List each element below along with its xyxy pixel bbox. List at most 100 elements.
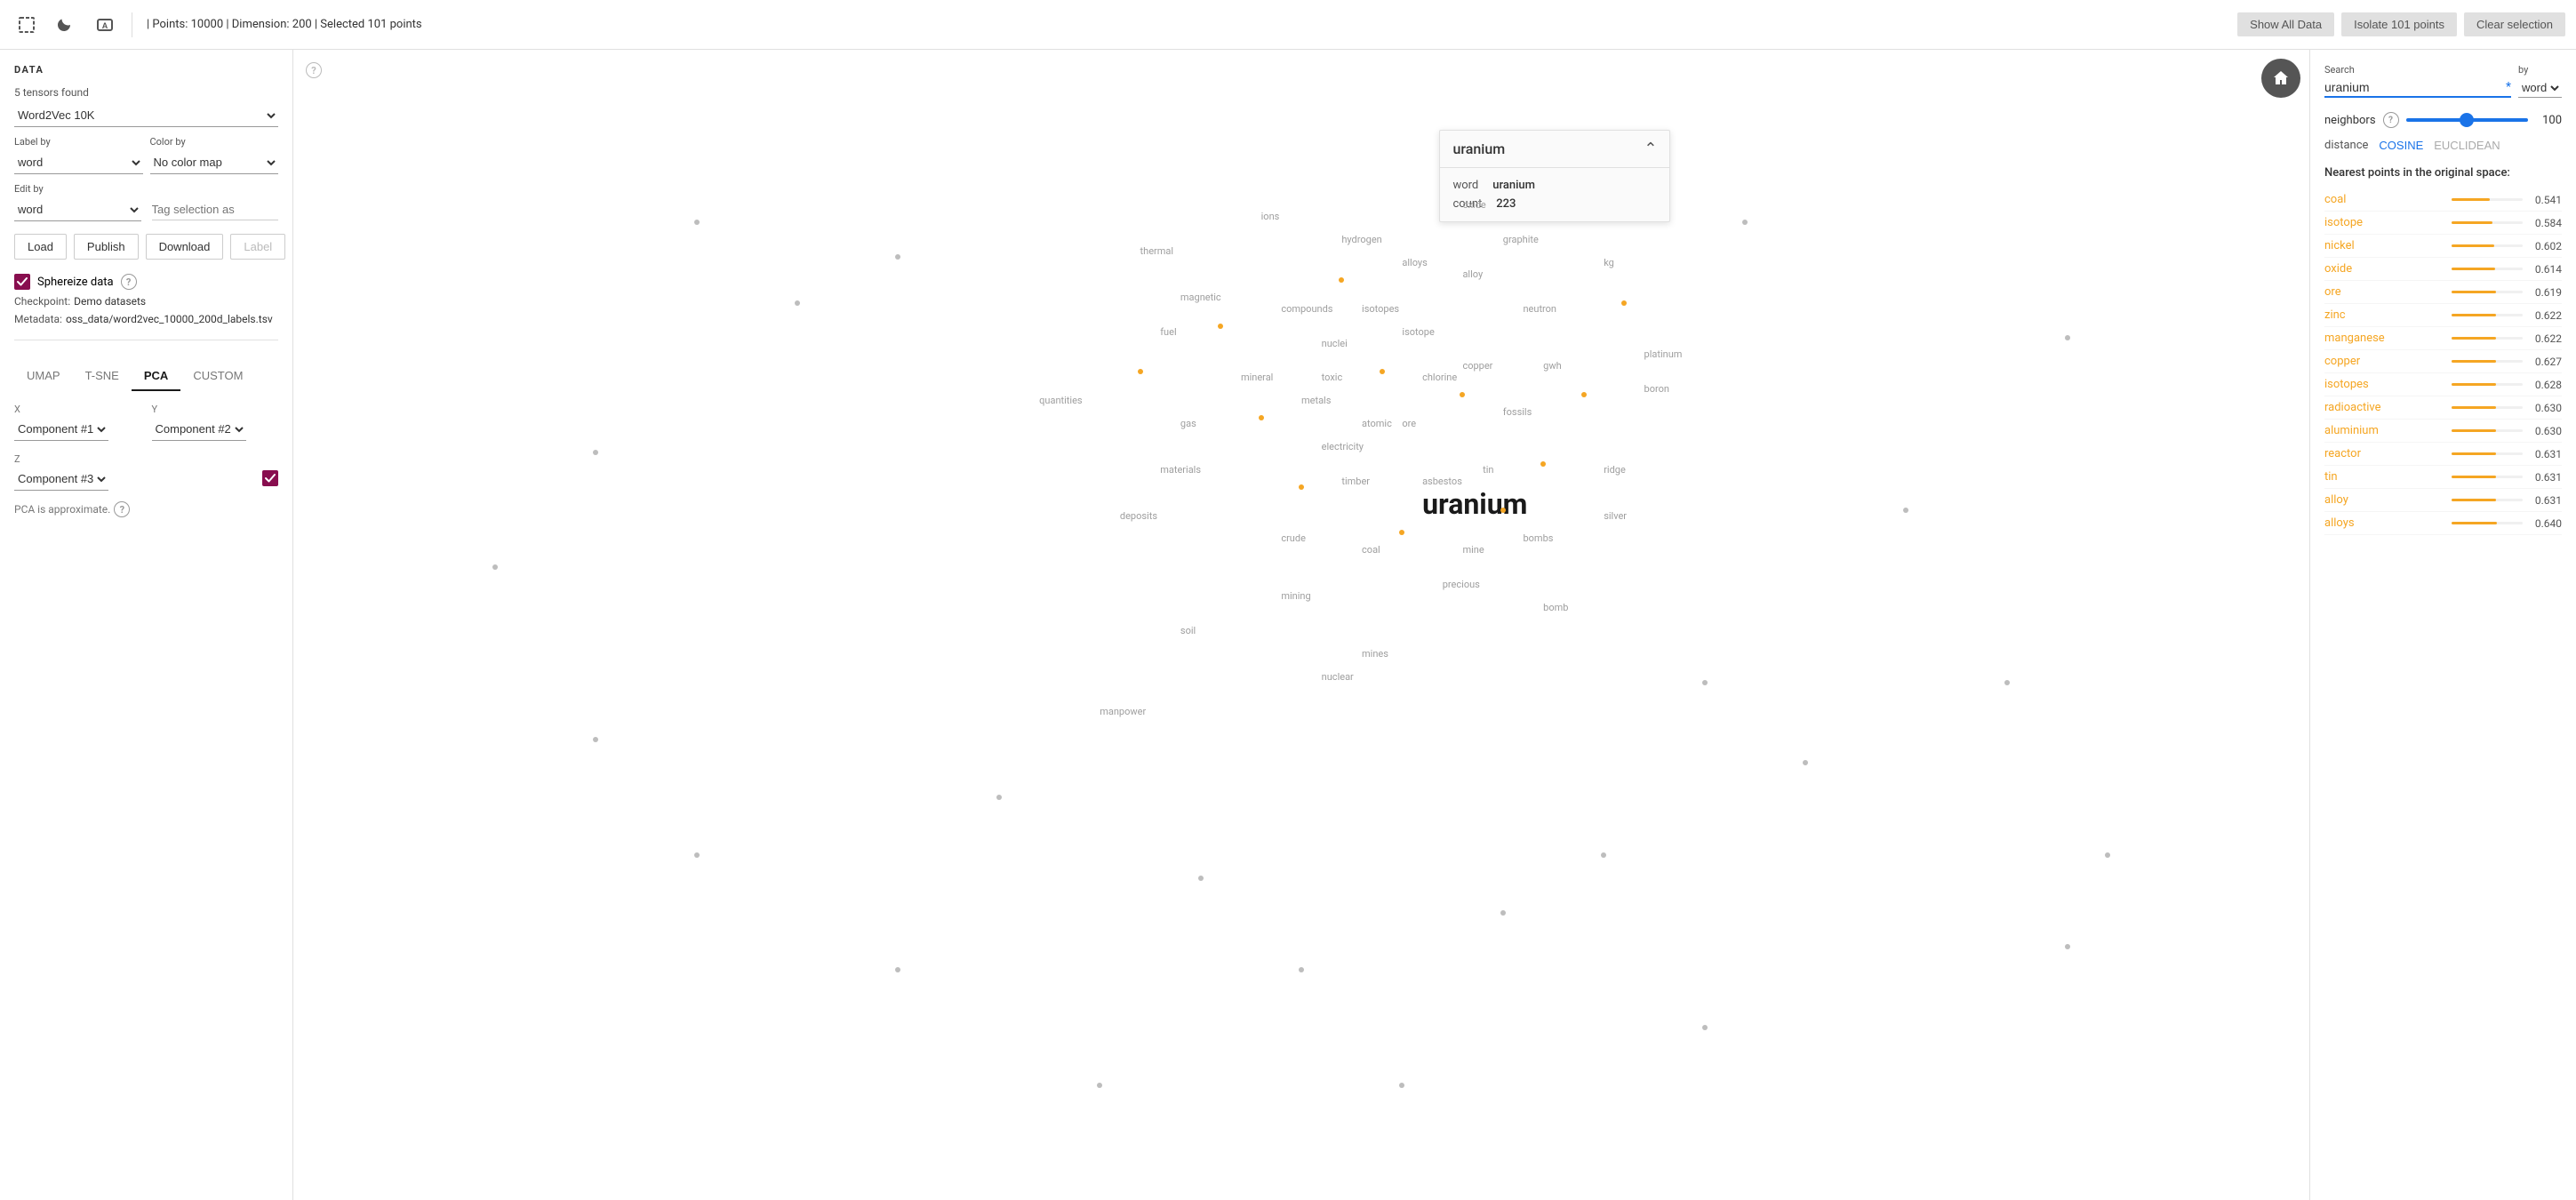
home-button[interactable]	[2261, 59, 2300, 98]
word-label: copper	[1462, 360, 1492, 372]
nearest-item-name[interactable]: radioactive	[2324, 401, 2444, 414]
nearest-bar	[2452, 383, 2496, 386]
neighbors-slider[interactable]	[2406, 118, 2528, 122]
label-by-label: Label by	[14, 136, 143, 148]
nearest-item-name[interactable]: aluminium	[2324, 424, 2444, 437]
nearest-item: coal 0.541	[2324, 188, 2562, 212]
scatter-dot	[492, 564, 498, 570]
neighbors-help-icon[interactable]: ?	[2383, 112, 2399, 128]
euclidean-button[interactable]: EUCLIDEAN	[2434, 139, 2500, 152]
slider-wrap	[2406, 118, 2528, 122]
nearest-bar	[2452, 522, 2497, 524]
x-axis-select[interactable]: Component #1	[14, 418, 108, 441]
nearest-item-name[interactable]: isotopes	[2324, 378, 2444, 391]
neighbors-label: neighbors	[2324, 114, 2376, 127]
word-label: bombs	[1523, 532, 1553, 544]
nearest-item: alloys0.640	[2324, 512, 2562, 535]
word-label: soil	[1180, 625, 1196, 636]
canvas-area[interactable]: ? uranium ⌃ word uranium count 223	[293, 50, 2309, 1200]
night-mode-icon[interactable]	[50, 9, 82, 41]
home-button-wrap[interactable]	[2261, 59, 2300, 98]
word-label: crude	[1281, 532, 1306, 544]
pca-help-icon[interactable]: ?	[114, 501, 130, 517]
word-label: nuclei	[1322, 338, 1348, 349]
scatter-dot	[2065, 944, 2070, 949]
nearest-item: manganese0.622	[2324, 327, 2562, 350]
isolate-button[interactable]: Isolate 101 points	[2341, 12, 2457, 36]
y-axis-select[interactable]: Component #2	[152, 418, 246, 441]
nearest-item: alloy0.631	[2324, 489, 2562, 512]
canvas-help[interactable]: ?	[306, 62, 322, 78]
nearest-bar-wrap	[2452, 429, 2523, 432]
tab-custom[interactable]: CUSTOM	[180, 362, 255, 391]
nearest-item-name[interactable]: reactor	[2324, 447, 2444, 460]
word-label: compounds	[1281, 303, 1332, 315]
sphereize-row: Sphereize data ?	[14, 274, 278, 290]
z-axis-checkbox[interactable]	[262, 470, 278, 486]
z-axis-select[interactable]: Component #3	[14, 468, 108, 491]
pca-note: PCA is approximate. ?	[14, 501, 278, 517]
clear-selection-button[interactable]: Clear selection	[2464, 12, 2565, 36]
color-by-select[interactable]: No color map	[150, 151, 279, 174]
word-label: isotope	[1402, 326, 1434, 338]
nearest-item: isotope0.584	[2324, 212, 2562, 235]
scatter-dot	[1299, 967, 1304, 972]
word-label: metals	[1301, 395, 1331, 406]
download-button[interactable]: Download	[146, 234, 224, 260]
scatter-dot	[694, 852, 700, 858]
word-label: fossils	[1503, 406, 1532, 418]
nearest-item: isotopes0.628	[2324, 373, 2562, 396]
tab-umap[interactable]: UMAP	[14, 362, 73, 391]
scatter-dot	[593, 737, 598, 742]
word-label: nuclear	[1322, 671, 1354, 683]
dataset-select[interactable]: Word2Vec 10K	[14, 104, 278, 127]
publish-button[interactable]: Publish	[74, 234, 139, 260]
nearest-item-name[interactable]: manganese	[2324, 332, 2444, 345]
nearest-item-name[interactable]: zinc	[2324, 308, 2444, 322]
nearest-item-name[interactable]: isotope	[2324, 216, 2444, 229]
by-select[interactable]: word	[2518, 78, 2562, 98]
nearest-item: radioactive0.630	[2324, 396, 2562, 420]
word-label: ions	[1261, 211, 1280, 222]
nearest-item-name[interactable]: alloys	[2324, 516, 2444, 530]
nearest-item-name[interactable]: ore	[2324, 285, 2444, 299]
scatter-dot	[1702, 1025, 1708, 1030]
edit-by-select[interactable]: word	[14, 198, 141, 221]
scatter-dot	[694, 220, 700, 225]
show-all-button[interactable]: Show All Data	[2237, 12, 2334, 36]
tab-pca[interactable]: PCA	[132, 362, 180, 391]
word-label: ridge	[1604, 464, 1626, 476]
help-icon[interactable]: ?	[306, 62, 322, 78]
scatter-dot	[1742, 220, 1748, 225]
tab-tsne[interactable]: T-SNE	[73, 362, 132, 391]
cosine-button[interactable]: COSINE	[2379, 139, 2423, 152]
scatter-plot[interactable]: ionsoxidethermalhydrogengraphitemagnetic…	[293, 50, 2309, 1200]
selected-dot	[1138, 369, 1143, 374]
color-by-label: Color by	[150, 136, 279, 148]
nearest-item-name[interactable]: coal	[2324, 193, 2444, 206]
tag-selection-input[interactable]	[152, 199, 279, 220]
nearest-bar-wrap	[2452, 499, 2523, 501]
nearest-bar-wrap	[2452, 360, 2523, 363]
label-by-select[interactable]: word	[14, 151, 143, 174]
labels-icon[interactable]: A	[89, 9, 121, 41]
nearest-bar-wrap	[2452, 221, 2523, 224]
nearest-item-name[interactable]: tin	[2324, 470, 2444, 484]
nearest-item-name[interactable]: alloy	[2324, 493, 2444, 507]
nearest-item-value: 0.541	[2530, 194, 2562, 206]
top-bar-left: A | Points: 10000 | Dimension: 200 | Sel…	[11, 9, 2230, 41]
nearest-item-name[interactable]: copper	[2324, 355, 2444, 368]
nearest-bar-wrap	[2452, 476, 2523, 478]
selection-rect-icon[interactable]	[11, 9, 43, 41]
search-input[interactable]	[2324, 78, 2504, 96]
selected-dot	[1621, 300, 1627, 306]
word-label: uranium	[1422, 487, 1527, 521]
sphereize-help-icon[interactable]: ?	[121, 274, 137, 290]
sphereize-checkbox[interactable]	[14, 274, 30, 290]
nearest-item-value: 0.614	[2530, 263, 2562, 276]
nearest-list: coal0.541isotope0.584nickel0.602oxide0.6…	[2324, 188, 2562, 535]
nearest-item-name[interactable]: nickel	[2324, 239, 2444, 252]
load-button[interactable]: Load	[14, 234, 67, 260]
nearest-item-name[interactable]: oxide	[2324, 262, 2444, 276]
search-input-wrap: *	[2324, 78, 2511, 98]
